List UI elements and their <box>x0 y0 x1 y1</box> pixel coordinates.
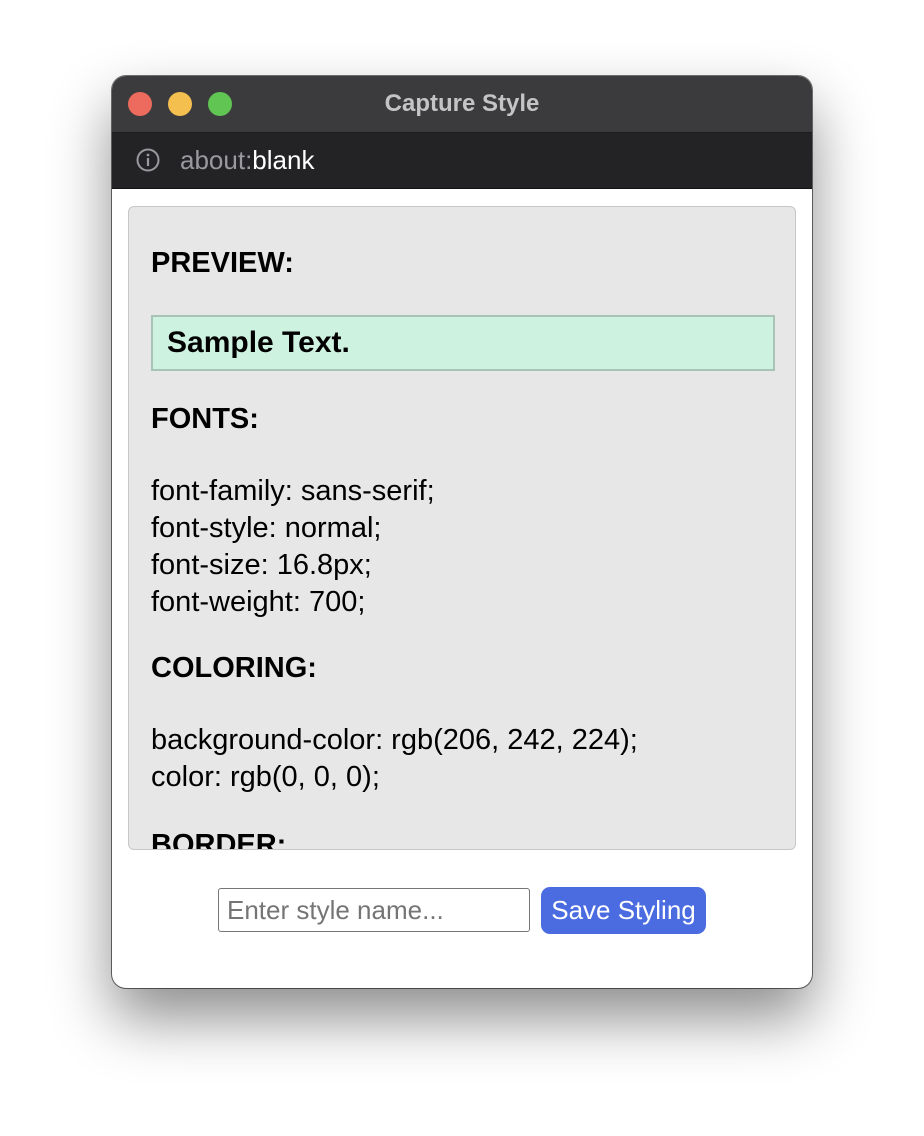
app-window: Capture Style about:blank PREVIEW: Sampl… <box>112 76 812 988</box>
font-property-line: font-weight: 700; <box>151 586 366 618</box>
window-title: Capture Style <box>384 90 540 117</box>
style-details-panel[interactable]: PREVIEW: Sample Text. FONTS: font-family… <box>128 206 796 850</box>
url-text: about:blank <box>180 133 314 188</box>
url-bar: about:blank <box>112 133 812 189</box>
sample-preview-box: Sample Text. <box>151 315 775 371</box>
border-heading: BORDER: <box>151 829 287 850</box>
fonts-heading: FONTS: <box>151 403 259 435</box>
info-icon[interactable] <box>136 148 160 172</box>
url-path: blank <box>252 145 315 175</box>
url-scheme: about: <box>180 145 253 175</box>
fonts-properties: font-family: sans-serif; font-style: nor… <box>151 473 435 621</box>
title-bar[interactable]: Capture Style <box>112 76 812 133</box>
preview-heading: PREVIEW: <box>151 247 294 279</box>
font-property-line: font-style: normal; <box>151 512 382 544</box>
save-style-form: Save Styling <box>112 887 812 934</box>
sample-text: Sample Text. <box>167 326 350 359</box>
font-property-line: font-family: sans-serif; <box>151 475 435 507</box>
style-name-input[interactable] <box>218 888 530 932</box>
coloring-heading: COLORING: <box>151 652 317 684</box>
coloring-property-line: background-color: rgb(206, 242, 224); <box>151 724 638 756</box>
font-property-line: font-size: 16.8px; <box>151 549 372 581</box>
coloring-properties: background-color: rgb(206, 242, 224); co… <box>151 722 638 796</box>
coloring-property-line: color: rgb(0, 0, 0); <box>151 761 380 793</box>
save-styling-button[interactable]: Save Styling <box>541 887 706 934</box>
